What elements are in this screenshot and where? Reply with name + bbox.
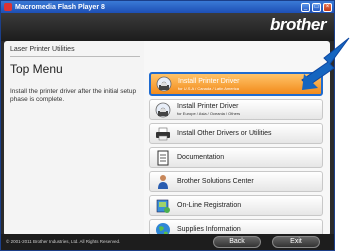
header-bar: brother: [1, 13, 334, 41]
brother-logo: brother: [270, 15, 327, 34]
menu-item-label: Install Printer Driver: [178, 77, 240, 85]
maximize-button[interactable]: □: [312, 2, 321, 12]
menu-item-sublabel: for U.S.A / Canada / Latin America: [178, 85, 239, 91]
copyright-text: © 2001-2011 Brother Industries, Ltd. All…: [6, 239, 121, 244]
brother-solutions-center-button[interactable]: Brother Solutions Center: [149, 171, 323, 192]
utilities-label: Laser Printer Utilities: [10, 46, 75, 53]
menu-item-sublabel: for Europe / Asia / Oceania / Others: [177, 111, 241, 116]
exit-button[interactable]: Exit: [272, 236, 320, 248]
minimize-button[interactable]: _: [301, 2, 310, 12]
window-title: Macromedia Flash Player 8: [15, 3, 105, 11]
menu-item-label: Install Other Drivers or Utilities: [177, 129, 272, 137]
menu-item-label: Supplies Information: [177, 225, 241, 233]
left-panel: Laser Printer Utilities Top Menu Install…: [4, 41, 144, 236]
flash-player-icon: [4, 3, 12, 11]
printer-cd-icon: [156, 76, 172, 92]
footer-bar: © 2001-2011 Brother Industries, Ltd. All…: [1, 234, 334, 250]
online-registration-button[interactable]: On-Line Registration: [149, 195, 323, 216]
install-other-drivers-button[interactable]: Install Other Drivers or Utilities: [149, 123, 323, 144]
back-button[interactable]: Back: [213, 236, 261, 248]
divider: [10, 56, 140, 57]
application-window: Macromedia Flash Player 8 _ □ × brother …: [0, 0, 335, 251]
page-title: Top Menu: [10, 62, 63, 76]
close-button[interactable]: ×: [323, 2, 332, 12]
title-bar[interactable]: Macromedia Flash Player 8 _ □ ×: [1, 1, 334, 13]
description-text: Install the printer driver after the ini…: [10, 88, 137, 103]
menu-list: Install Printer Driver for U.S.A / Canad…: [149, 72, 323, 243]
person-icon: [155, 174, 171, 190]
install-printer-driver-americas-button[interactable]: Install Printer Driver for U.S.A / Canad…: [149, 72, 323, 96]
document-icon: [155, 150, 171, 166]
menu-item-label: Install Printer Driver: [177, 103, 239, 110]
registration-icon: [155, 198, 171, 214]
documentation-button[interactable]: Documentation: [149, 147, 323, 168]
menu-item-label: On-Line Registration: [177, 201, 242, 209]
pointer-arrow-icon: [301, 37, 350, 90]
printer-cd-icon: [155, 102, 171, 118]
printer-icon: [155, 126, 171, 142]
menu-item-label: Documentation: [177, 153, 225, 161]
install-printer-driver-europe-button[interactable]: Install Printer Driver for Europe / Asia…: [149, 99, 323, 120]
menu-item-label: Brother Solutions Center: [177, 177, 254, 185]
